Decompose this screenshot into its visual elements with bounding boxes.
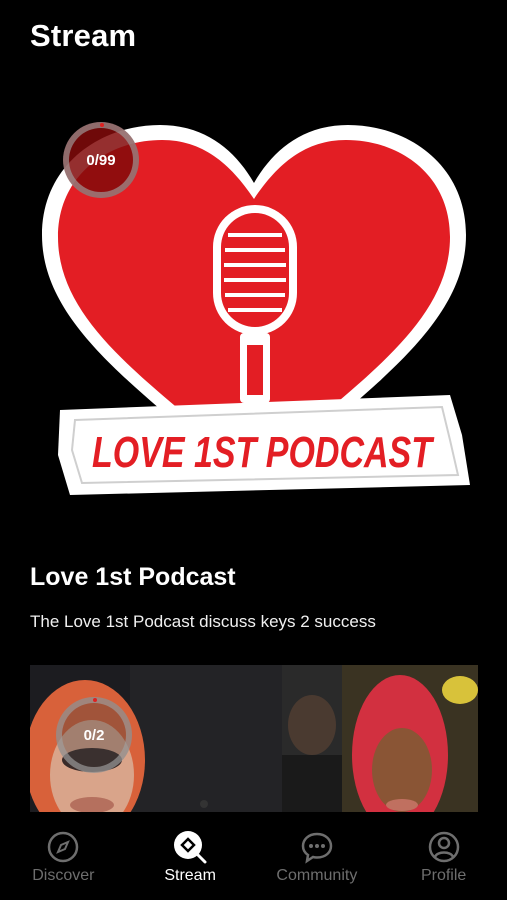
header: Stream <box>30 18 136 54</box>
tab-label: Community <box>276 867 358 884</box>
chat-bubble-icon <box>301 832 333 864</box>
tab-label: Discover <box>32 867 95 884</box>
progress-count: 0/99 <box>86 151 116 169</box>
tab-stream[interactable]: Stream <box>127 812 254 900</box>
podcast-description: The Love 1st Podcast discuss keys 2 succ… <box>30 612 376 631</box>
tab-label: Profile <box>420 867 467 884</box>
featured-podcast-card[interactable]: LOVE 1ST PODCAST 0/99 <box>30 95 478 542</box>
podcast-title[interactable]: Love 1st Podcast <box>30 563 236 592</box>
tab-discover[interactable]: Discover <box>0 812 127 900</box>
episode-progress-ring: 0/2 <box>56 697 132 773</box>
compass-icon <box>48 831 79 863</box>
progress-count: 0/2 <box>83 726 105 744</box>
progress-indicator-dot <box>93 698 97 702</box>
thumbnail-right-image <box>282 665 478 812</box>
stream-search-icon <box>174 831 207 864</box>
cover-art-lettering: LOVE 1ST PODCAST <box>92 428 434 477</box>
episode-progress-ring: 0/99 <box>63 122 139 198</box>
user-icon <box>428 831 459 863</box>
tab-label: Stream <box>164 867 216 884</box>
bottom-tab-bar: Discover Stream Community Profile <box>0 812 507 900</box>
tab-community[interactable]: Community <box>254 812 381 900</box>
progress-indicator-dot <box>100 123 104 127</box>
tab-profile[interactable]: Profile <box>380 812 507 900</box>
second-podcast-card[interactable]: 0/2 <box>30 665 478 812</box>
page-title: Stream <box>30 18 137 53</box>
scroll-indicator <box>200 800 208 808</box>
